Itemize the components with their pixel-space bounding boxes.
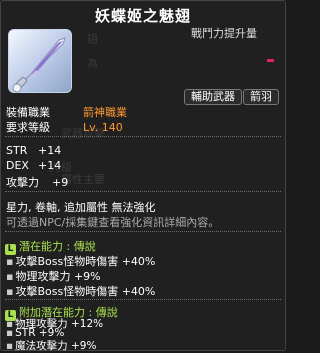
- divider: [5, 231, 281, 232]
- divider: [5, 136, 281, 137]
- stat-name: DEX: [6, 159, 29, 172]
- potential-line-text: 物理攻擊力 +9%: [15, 270, 101, 283]
- divider: [5, 191, 281, 192]
- stat-name: 攻擊力: [6, 176, 39, 189]
- bullet-icon: ▪: [6, 255, 14, 268]
- stat-row-str: STR +14: [6, 144, 61, 157]
- stat-value: +14: [38, 159, 62, 172]
- stat-name: STR: [6, 144, 28, 157]
- bullet-icon: ▪: [6, 285, 14, 298]
- additional-potential-line-text: 魔法攻擊力 +9%: [15, 340, 97, 352]
- enhancement-restriction: 星力, 卷軸, 追加屬性 無法強化: [6, 201, 156, 214]
- stat-row-dex: DEX +14: [6, 159, 61, 172]
- potential-line-text: 攻擊Boss怪物時傷害 +40%: [15, 255, 156, 268]
- stat-value: +14: [38, 144, 62, 157]
- potential-line: ▪ 攻擊Boss怪物時傷害 +40%: [6, 283, 155, 299]
- potential-line: ▪ 物理攻擊力 +9%: [6, 268, 101, 284]
- item-icon-frame: [8, 29, 72, 93]
- wing-arrow-icon: [12, 37, 66, 93]
- required-level-value: Lv. 140: [83, 121, 123, 134]
- required-level-label: 要求等級: [6, 121, 50, 134]
- tag-arrow-fletching: 箭羽: [243, 89, 279, 105]
- combat-power-label: 戰鬥力提升量: [191, 27, 257, 40]
- required-level-row: 要求等級 Lv. 140: [6, 119, 123, 135]
- tag-secondary-weapon: 輔助武器: [184, 89, 242, 105]
- potential-line-text: 攻擊Boss怪物時傷害 +40%: [15, 285, 156, 298]
- item-tooltip: 妖蝶姬之魅翅 翅 為 人 級 武器攻擊 屬性主要 戰鬥力提升量 輔助武器 箭羽 …: [0, 0, 286, 352]
- background-text-1: 翅: [87, 33, 98, 46]
- bullet-icon: ▪: [6, 340, 14, 352]
- required-job-row: 裝備職業 箭神職業: [6, 104, 127, 120]
- background-text-2: 為: [87, 57, 98, 70]
- combat-power-change-indicator: [267, 59, 274, 62]
- potential-header-text: 潛在能力 : 傳說: [19, 240, 96, 253]
- stat-value: +9: [52, 176, 69, 189]
- required-job-label: 裝備職業: [6, 106, 50, 119]
- stat-row-attack: 攻擊力 +9: [6, 174, 68, 190]
- potential-line: ▪ 攻擊Boss怪物時傷害 +40%: [6, 253, 155, 269]
- enhancement-info-note: 可透過NPC/採集鍵查看強化資訊詳細內容。: [6, 216, 220, 229]
- divider: [5, 299, 281, 300]
- bullet-icon: ▪: [6, 270, 14, 283]
- item-name: 妖蝶姬之魅翅: [94, 7, 191, 25]
- required-job-value: 箭神職業: [83, 106, 127, 119]
